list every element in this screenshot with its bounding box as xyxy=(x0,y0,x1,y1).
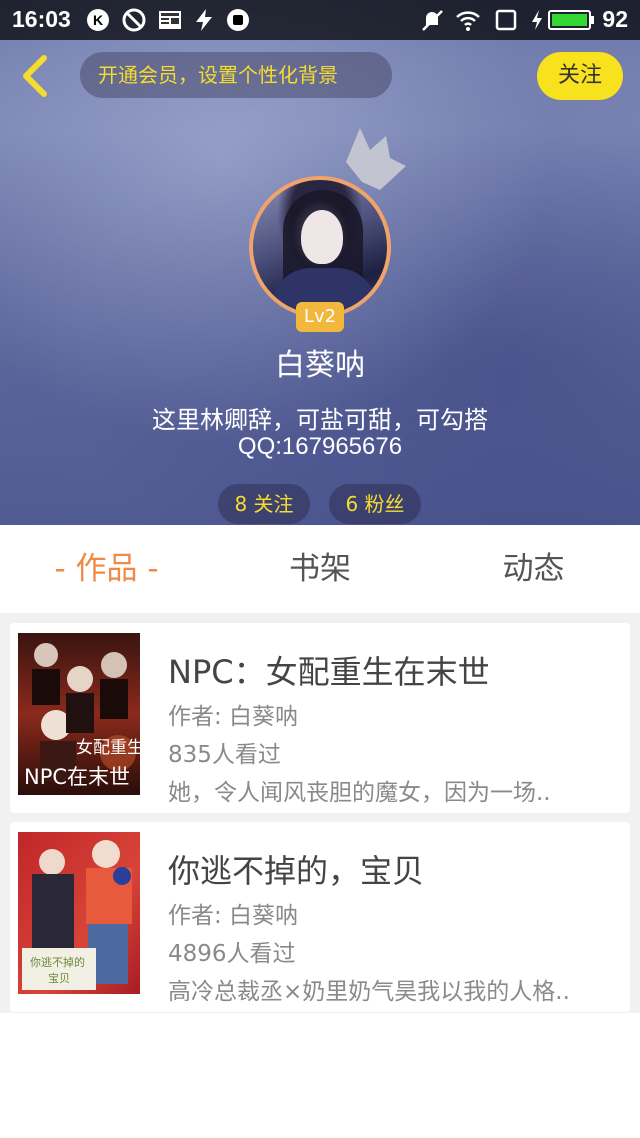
book-views: 835人看过 xyxy=(168,742,281,768)
qq-number: QQ:167965676 xyxy=(237,433,403,460)
book-cover: 女配重生 NPC在末世 xyxy=(18,633,140,795)
bolt-icon xyxy=(196,9,212,31)
book-description: 高冷总裁丞×奶里奶气昊我以我的人格.. xyxy=(168,979,570,1005)
mute-icon xyxy=(422,10,443,31)
tab-bookshelf[interactable]: 书架 xyxy=(213,525,427,613)
book-card[interactable]: 女配重生 NPC在末世 NPC：女配重生在末世 作者: 白葵呐 835人看过 她… xyxy=(10,623,630,813)
charging-icon xyxy=(532,10,542,30)
battery-percent: 92 xyxy=(602,6,628,32)
battery-icon xyxy=(548,10,594,30)
book-author: 作者: 白葵呐 xyxy=(168,704,299,730)
shield-app-icon xyxy=(227,9,249,31)
tab-works[interactable]: - 作品 - xyxy=(0,525,213,613)
book-title[interactable]: 你逃不掉的，宝贝 xyxy=(168,846,424,892)
book-cover: 你逃不掉的 宝贝 xyxy=(18,832,140,994)
vip-background-prompt[interactable]: 开通会员，设置个性化背景 xyxy=(80,52,392,98)
book-cover-subtitle: 宝贝 xyxy=(48,972,70,985)
news-icon xyxy=(159,11,181,29)
k-app-icon: K xyxy=(87,9,109,31)
book-cover-title: 女配重生 xyxy=(76,738,140,758)
book-author: 作者: 白葵呐 xyxy=(168,903,299,929)
svg-text:K: K xyxy=(93,12,103,28)
wifi-icon xyxy=(456,11,480,31)
avatar-face xyxy=(301,210,343,264)
avatar[interactable] xyxy=(249,176,391,318)
back-chevron-icon[interactable] xyxy=(18,54,52,98)
book-views: 4896人看过 xyxy=(168,941,296,967)
tab-activity[interactable]: 动态 xyxy=(427,525,640,613)
book-cover-subtitle: NPC在末世 xyxy=(24,765,131,789)
level-badge: Lv2 xyxy=(296,302,344,332)
book-title[interactable]: NPC：女配重生在末世 xyxy=(168,647,490,693)
fans-count[interactable]: 6 粉丝 xyxy=(329,484,421,524)
following-count[interactable]: 8 关注 xyxy=(218,484,310,524)
bio-text: 这里林卿辞，可盐可甜，可勾搭 xyxy=(152,406,488,434)
status-bar: 16:03 K 92 xyxy=(0,0,640,40)
block-icon xyxy=(122,8,146,32)
follow-button[interactable]: 关注 xyxy=(537,52,623,100)
book-card[interactable]: 你逃不掉的 宝贝 你逃不掉的，宝贝 作者: 白葵呐 4896人看过 高冷总裁丞×… xyxy=(10,822,630,1012)
profile-header: 16:03 K 92 开通会员，设置个性化背景 关注 Lv2 白葵呐 这里林卿辞… xyxy=(0,0,640,525)
book-description: 她，令人闻风丧胆的魔女，因为一场.. xyxy=(168,780,551,806)
status-time: 16:03 xyxy=(12,6,71,32)
username: 白葵呐 xyxy=(275,348,365,383)
book-cover-title: 你逃不掉的 xyxy=(30,956,85,969)
profile-tabs: - 作品 - 书架 动态 xyxy=(0,525,640,613)
screen-icon xyxy=(495,9,517,31)
